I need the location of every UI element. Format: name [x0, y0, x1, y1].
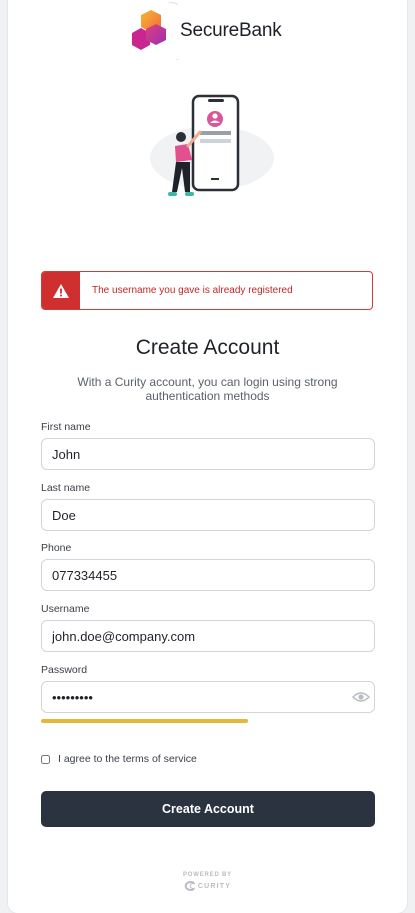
brand-name: SecureBank [180, 20, 282, 41]
terms-label[interactable]: I agree to the terms of service [58, 753, 197, 765]
powered-by-label: POWERED BY [182, 872, 232, 878]
username-field[interactable] [41, 620, 375, 652]
powered-by-footer: POWERED BY CURITY [0, 872, 415, 896]
curity-wordmark: CURITY [197, 882, 232, 890]
page-subtitle: With a Curity account, you can login usi… [77, 375, 338, 403]
password-field[interactable] [41, 681, 375, 713]
curity-icon [184, 881, 196, 891]
phone-label: Phone [41, 542, 72, 554]
alert-icon-container [42, 272, 80, 309]
first-name-label: First name [41, 421, 91, 433]
show-password-icon[interactable] [352, 690, 370, 704]
warning-icon [53, 283, 69, 298]
create-account-button[interactable]: Create Account [41, 791, 375, 827]
error-message: The username you gave is already registe… [92, 285, 293, 296]
terms-checkbox[interactable] [41, 754, 50, 764]
page-title: Create Account [135, 336, 280, 359]
last-name-field[interactable] [41, 499, 375, 531]
curity-logo: CURITY [184, 881, 231, 891]
password-label: Password [41, 664, 88, 676]
brand-logo-icon [128, 1, 193, 63]
username-label: Username [41, 603, 90, 615]
signup-illustration [140, 88, 280, 228]
first-name-field[interactable] [41, 438, 375, 470]
phone-field[interactable] [41, 559, 375, 591]
terms-row: I agree to the terms of service [41, 753, 197, 765]
error-alert: The username you gave is already registe… [41, 271, 373, 310]
last-name-label: Last name [41, 482, 91, 494]
password-strength-bar [41, 719, 249, 723]
brand-logo: SecureBank [128, 1, 282, 63]
